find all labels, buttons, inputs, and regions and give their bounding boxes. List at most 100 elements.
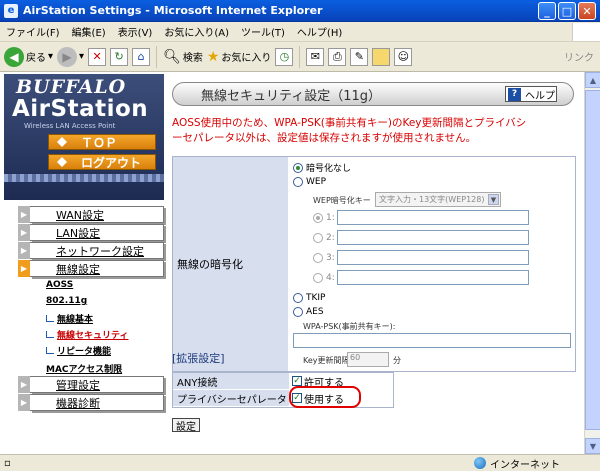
links-label[interactable]: リンク: [564, 49, 594, 64]
any-connection-row: ANY接続 ✓ 許可する: [173, 373, 393, 390]
sidebar-item-wan[interactable]: ▶ WAN設定: [18, 206, 164, 223]
diamond-icon: [57, 137, 67, 147]
diamond-icon: [57, 157, 67, 167]
logout-button-label: ログアウト: [81, 155, 142, 170]
security-zone: インターネット: [474, 456, 560, 471]
sidebar-sub-repeater-label: リピータ機能: [57, 347, 112, 357]
menu-edit[interactable]: 編集(E): [66, 24, 112, 39]
sidebar-item-label: ネットワーク設定: [56, 244, 144, 258]
page-content: BUFFALO AirStation Wireless LAN Access P…: [0, 72, 600, 454]
back-button[interactable]: ◀ 戻る ▾: [4, 46, 53, 67]
folder-icon[interactable]: [372, 47, 391, 66]
sidebar-item-lan[interactable]: ▶ LAN設定: [18, 224, 164, 241]
radio-tkip[interactable]: [293, 293, 303, 303]
minimize-button[interactable]: _: [538, 2, 556, 20]
mail-icon[interactable]: ✉: [306, 47, 325, 66]
wep-key-2-option[interactable]: 2:: [313, 233, 335, 243]
vertical-scrollbar[interactable]: ▲ ▼: [584, 72, 600, 454]
search-button[interactable]: 🔍︎ 検索: [163, 49, 203, 65]
wep-key-select[interactable]: 文字入力・13文字(WEP128) ▼: [375, 192, 501, 207]
sidebar-sub-security-label: 無線セキュリティ: [57, 331, 129, 341]
option-aes-label: AES: [306, 307, 324, 317]
back-arrow-icon: ◀: [4, 46, 24, 67]
scroll-down-icon[interactable]: ▼: [585, 438, 600, 454]
home-icon[interactable]: ⌂: [132, 47, 151, 66]
history-icon[interactable]: ◷: [275, 47, 294, 66]
stop-icon[interactable]: ✕: [88, 47, 107, 66]
help-button[interactable]: ? ヘルプ: [505, 86, 557, 102]
airstation-logo: AirStation: [12, 96, 149, 122]
sidebar-sub-aoss[interactable]: AOSS: [46, 280, 73, 290]
menu-marker-icon: ▶: [18, 242, 30, 259]
menu-favorites[interactable]: お気に入り(A): [158, 24, 235, 39]
refresh-icon[interactable]: ↻: [110, 47, 129, 66]
wep-key-1-input[interactable]: [337, 210, 529, 225]
maximize-button[interactable]: □: [558, 2, 576, 20]
sidebar-sub-security[interactable]: 無線セキュリティ: [46, 328, 128, 341]
sidebar-sub-mac[interactable]: MACアクセス制限: [46, 362, 122, 375]
wep-key-2-input[interactable]: [337, 230, 529, 245]
radio-wep-key-1[interactable]: [313, 213, 323, 223]
sidebar-item-admin[interactable]: ▶ 管理設定: [18, 376, 164, 393]
option-wep[interactable]: WEP: [293, 177, 326, 187]
help-icon: ?: [508, 87, 521, 101]
menu-help[interactable]: ヘルプ(H): [291, 24, 348, 39]
sidebar-sub-802-11g[interactable]: 802.11g: [46, 296, 87, 306]
radio-wep-key-3[interactable]: [313, 253, 323, 263]
wep-key-select-value: 文字入力・13文字(WEP128): [379, 195, 485, 204]
forward-button[interactable]: ▶ ▾: [57, 46, 84, 67]
menu-file[interactable]: ファイル(F): [0, 24, 66, 39]
warning-line-1: AOSS使用中のため、WPA-PSK(事前共有キー)のKey更新間隔とプライバシ: [172, 117, 527, 129]
sidebar-item-label: WAN設定: [56, 208, 105, 222]
wep-key-3-option[interactable]: 3:: [313, 253, 335, 263]
print-icon[interactable]: ⎙: [328, 47, 347, 66]
menu-marker-icon: ▶: [18, 206, 30, 223]
radio-wep-key-2[interactable]: [313, 233, 323, 243]
key-interval-input[interactable]: 60: [347, 352, 389, 367]
scroll-up-icon[interactable]: ▲: [585, 72, 600, 88]
ie-icon: e: [4, 3, 18, 18]
option-aes[interactable]: AES: [293, 307, 324, 317]
key-interval-unit: 分: [393, 356, 401, 365]
highlight-circle: [289, 386, 361, 408]
search-label: 検索: [182, 53, 203, 64]
option-wep-label: WEP: [306, 177, 327, 187]
main-panel: 無線セキュリティ設定（11g） ? ヘルプ AOSS使用中のため、WPA-PSK…: [172, 74, 578, 452]
menu-tools[interactable]: ツール(T): [235, 24, 291, 39]
encryption-form: 無線の暗号化 暗号化なし WEP WEP暗号化キー 文字入力・13文字(WEP1…: [172, 156, 576, 372]
radio-aes[interactable]: [293, 307, 303, 317]
wep-key-4-label: 4:: [326, 273, 335, 283]
wep-key-1-option[interactable]: 1:: [313, 213, 335, 223]
sub-arrow-icon: [46, 347, 54, 354]
close-button[interactable]: ✕: [578, 2, 596, 20]
search-icon: 🔍︎: [163, 48, 181, 65]
sidebar-item-wireless[interactable]: ▶ 無線設定: [18, 260, 164, 277]
menu-marker-icon: ▶: [18, 376, 30, 393]
messenger-icon[interactable]: ☺: [394, 47, 413, 66]
option-tkip[interactable]: TKIP: [293, 293, 325, 303]
brand-panel: BUFFALO AirStation Wireless LAN Access P…: [4, 74, 164, 200]
sidebar-item-diagnostics[interactable]: ▶ 機器診断: [18, 394, 164, 411]
any-connection-checkbox[interactable]: ✓: [292, 376, 302, 386]
wep-key-4-option[interactable]: 4:: [313, 273, 335, 283]
top-button[interactable]: ＴＯＰ: [48, 134, 156, 150]
radio-wep[interactable]: [293, 177, 303, 187]
sidebar-item-network[interactable]: ▶ ネットワーク設定: [18, 242, 164, 259]
psk-input[interactable]: [293, 333, 571, 348]
edit-icon[interactable]: ✎: [350, 47, 369, 66]
sidebar-sub-repeater[interactable]: リピータ機能: [46, 344, 111, 357]
wep-key-4-input[interactable]: [337, 270, 529, 285]
radio-none[interactable]: [293, 162, 303, 173]
sidebar-item-label: 管理設定: [56, 378, 100, 392]
sidebar-sub-basic[interactable]: 無線基本: [46, 312, 93, 325]
favorites-button[interactable]: ★ お気に入り: [207, 49, 272, 65]
option-none[interactable]: 暗号化なし: [293, 161, 351, 174]
menu-marker-icon: ▶: [18, 394, 30, 411]
wep-key-3-input[interactable]: [337, 250, 529, 265]
scroll-thumb[interactable]: [585, 90, 600, 430]
submit-button[interactable]: 設定: [172, 418, 200, 433]
sidebar: BUFFALO AirStation Wireless LAN Access P…: [4, 74, 164, 452]
menu-view[interactable]: 表示(V): [112, 24, 159, 39]
radio-wep-key-4[interactable]: [313, 273, 323, 283]
logout-button[interactable]: ログアウト: [48, 154, 156, 170]
